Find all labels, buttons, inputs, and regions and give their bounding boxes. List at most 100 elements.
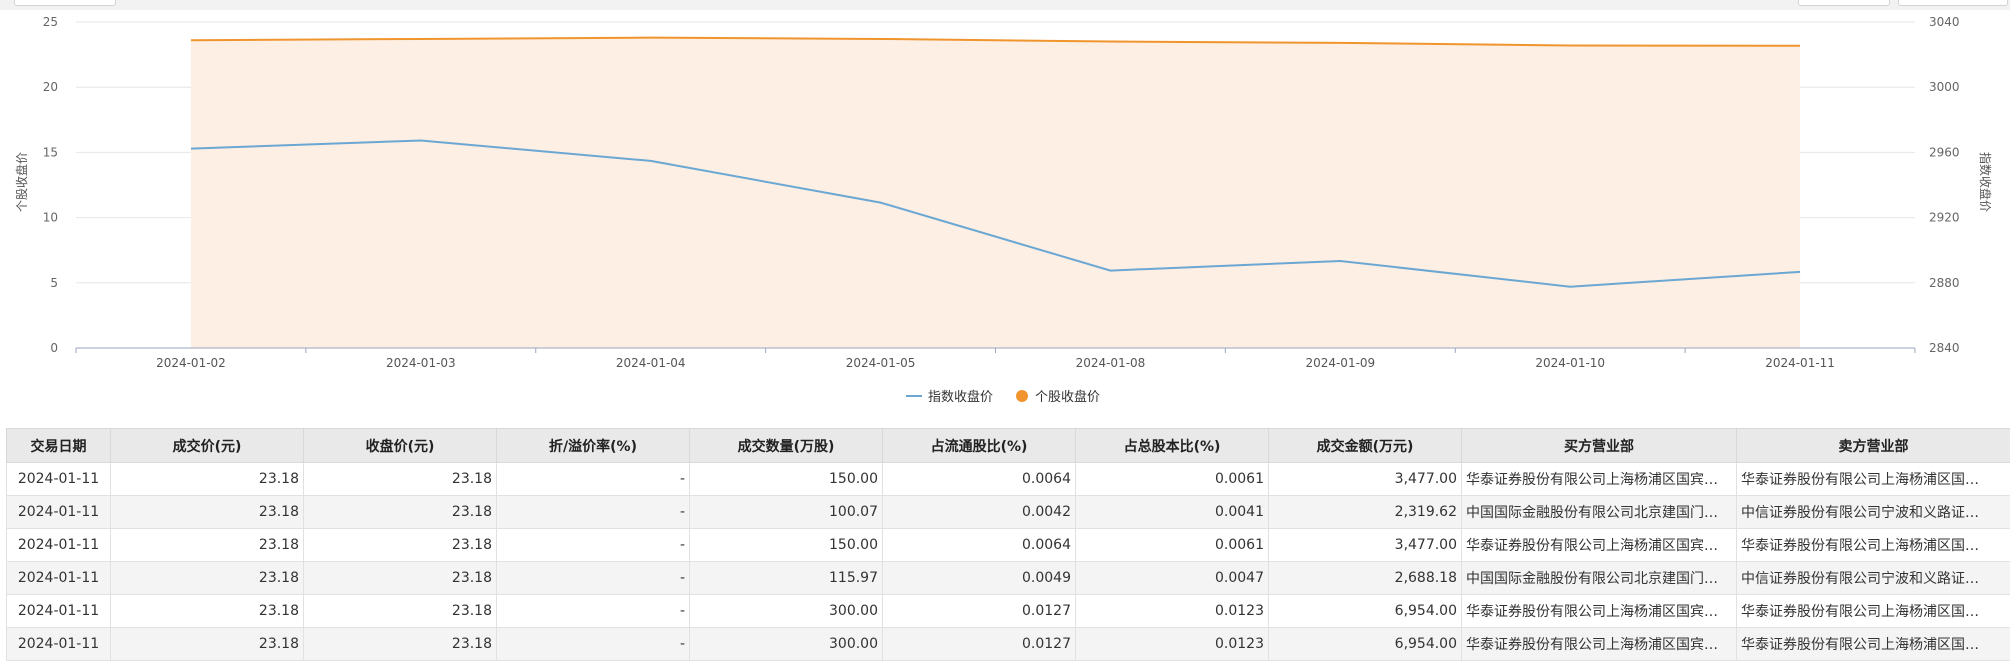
right-axis-title: 指数收盘价 [1978,152,1993,212]
left-tick-label: 15 [43,145,58,159]
table-cell: 0.0123 [1075,594,1269,628]
table-row[interactable]: 2024-01-11 23.18 23.18-300.00 0.0127 0.0123 6… [6,627,2010,661]
column-header[interactable]: 买方营业部 [1461,428,1737,463]
stock-legend-label: 个股收盘价 [1035,389,1100,405]
table-cell: - [496,561,690,595]
table-cell: 23.18 [303,627,497,661]
x-tick-label: 2024-01-11 [1765,356,1835,370]
table-cell: - [496,627,690,661]
right-axis-ticks: 2840 2880 2920 2960 3000 3040 [1929,15,1960,355]
left-tick-label: 20 [43,80,58,94]
table-cell: 0.0127 [882,594,1076,628]
left-axis-title: 个股收盘价 [14,152,29,212]
table-cell: 23.18 [110,528,304,562]
table-cell: 中国国际金融股份有限公司北京建国门… [1461,561,1737,595]
column-header[interactable]: 交易日期 [6,428,111,463]
table-cell: - [496,528,690,562]
table-cell: 23.18 [303,528,497,562]
right-tick-label: 2920 [1929,211,1960,225]
table-cell: 0.0123 [1075,627,1269,661]
table-cell: 华泰证券股份有限公司上海杨浦区国宾… [1461,594,1737,628]
column-header[interactable]: 成交价(元) [110,428,304,463]
table-cell: 150.00 [689,462,883,496]
table-cell: 2024-01-11 [6,627,111,661]
table-cell: 中信证券股份有限公司宁波和义路证… [1736,561,2010,595]
table-header-row: 交易日期 成交价(元) 收盘价(元) 折/溢价率(%) 成交数量(万股) 占流通股比(%)… [6,428,2010,463]
x-tick-label: 2024-01-04 [616,356,686,370]
table-row[interactable]: 2024-01-11 23.18 23.18-300.00 0.0127 0.0123 6… [6,594,2010,628]
table-cell: 23.18 [303,561,497,595]
axes-layer [75,347,1916,353]
toolbar-control-left[interactable] [14,0,116,6]
table-cell: 23.18 [303,462,497,496]
table-cell: 0.0064 [882,528,1076,562]
x-tick-label: 2024-01-10 [1535,356,1605,370]
column-header[interactable]: 折/溢价率(%) [496,428,690,463]
block-trade-table: 交易日期 成交价(元) 收盘价(元) 折/溢价率(%) 成交数量(万股) 占流通股比(%)… [6,428,2010,661]
table-cell: 6,954.00 [1268,627,1462,661]
right-tick-label: 2840 [1929,341,1960,355]
table-cell: 300.00 [689,594,883,628]
table-cell: 23.18 [110,561,304,595]
table-cell: 0.0041 [1075,495,1269,529]
table-cell: 23.18 [110,627,304,661]
table-cell: 23.18 [110,462,304,496]
right-tick-label: 3000 [1929,80,1960,94]
table-cell: 0.0064 [882,462,1076,496]
column-header[interactable]: 卖方营业部 [1736,428,2010,463]
table-cell: 2,688.18 [1268,561,1462,595]
top-toolbar-strip [0,0,2010,10]
table-cell: 华泰证券股份有限公司上海杨浦区国… [1736,528,2010,562]
table-cell: 23.18 [110,594,304,628]
table-cell: 150.00 [689,528,883,562]
table-cell: 23.18 [303,495,497,529]
table-cell: 华泰证券股份有限公司上海杨浦区国宾… [1461,627,1737,661]
left-tick-label: 25 [43,15,58,29]
table-cell: - [496,462,690,496]
right-tick-label: 3040 [1929,15,1960,29]
table-row[interactable]: 2024-01-11 23.18 23.18-150.00 0.0064 0.0061 3… [6,528,2010,562]
table-cell: 23.18 [303,594,497,628]
table-cell: 2024-01-11 [6,495,111,529]
right-tick-label: 2880 [1929,276,1960,290]
table-cell: 0.0049 [882,561,1076,595]
toolbar-control-right-1[interactable] [1798,0,1890,6]
table-cell: 6,954.00 [1268,594,1462,628]
chart-legend[interactable]: 指数收盘价 个股收盘价 [906,389,1100,405]
stock-price-area [190,37,1801,348]
column-header[interactable]: 成交金额(万元) [1268,428,1462,463]
table-row[interactable]: 2024-01-11 23.18 23.18-115.97 0.0049 0.0047 2… [6,561,2010,595]
table-row[interactable]: 2024-01-11 23.18 23.18-150.00 0.0064 0.0061 3… [6,462,2010,496]
table-row[interactable]: 2024-01-11 23.18 23.18-100.07 0.0042 0.0041 2… [6,495,2010,529]
x-tick-label: 2024-01-08 [1076,356,1146,370]
price-chart: 0 5 10 15 20 25 2840 2880 2920 2960 3000 3040 2024… [14,15,1993,405]
column-header[interactable]: 收盘价(元) [303,428,497,463]
table-cell: 2024-01-11 [6,594,111,628]
table-cell: 华泰证券股份有限公司上海杨浦区国… [1736,627,2010,661]
table-cell: 0.0047 [1075,561,1269,595]
column-header[interactable]: 成交数量(万股) [689,428,883,463]
left-axis-ticks: 0 5 10 15 20 25 [43,15,58,355]
toolbar-control-right-2[interactable] [1898,0,2008,6]
table-cell: - [496,594,690,628]
table-cell: 2024-01-11 [6,528,111,562]
stock-area-layer [190,36,1801,348]
table-cell: 2024-01-11 [6,561,111,595]
table-cell: 华泰证券股份有限公司上海杨浦区国… [1736,462,2010,496]
table-cell: 华泰证券股份有限公司上海杨浦区国宾… [1461,462,1737,496]
x-tick-label: 2024-01-02 [156,356,226,370]
x-axis-ticks: 2024-01-02 2024-01-03 2024-01-04 2024-01-05… [156,356,1835,370]
table-cell: 0.0042 [882,495,1076,529]
right-tick-label: 2960 [1929,145,1960,159]
table-cell: 100.07 [689,495,883,529]
left-tick-label: 0 [50,341,58,355]
column-header[interactable]: 占总股本比(%) [1075,428,1269,463]
column-header[interactable]: 占流通股比(%) [882,428,1076,463]
table-cell: 3,477.00 [1268,462,1462,496]
table-cell: 300.00 [689,627,883,661]
left-tick-label: 10 [43,211,58,225]
index-legend-label: 指数收盘价 [928,389,993,405]
table-cell: 3,477.00 [1268,528,1462,562]
table-cell: 中国国际金融股份有限公司北京建国门… [1461,495,1737,529]
table-cell: 2,319.62 [1268,495,1462,529]
